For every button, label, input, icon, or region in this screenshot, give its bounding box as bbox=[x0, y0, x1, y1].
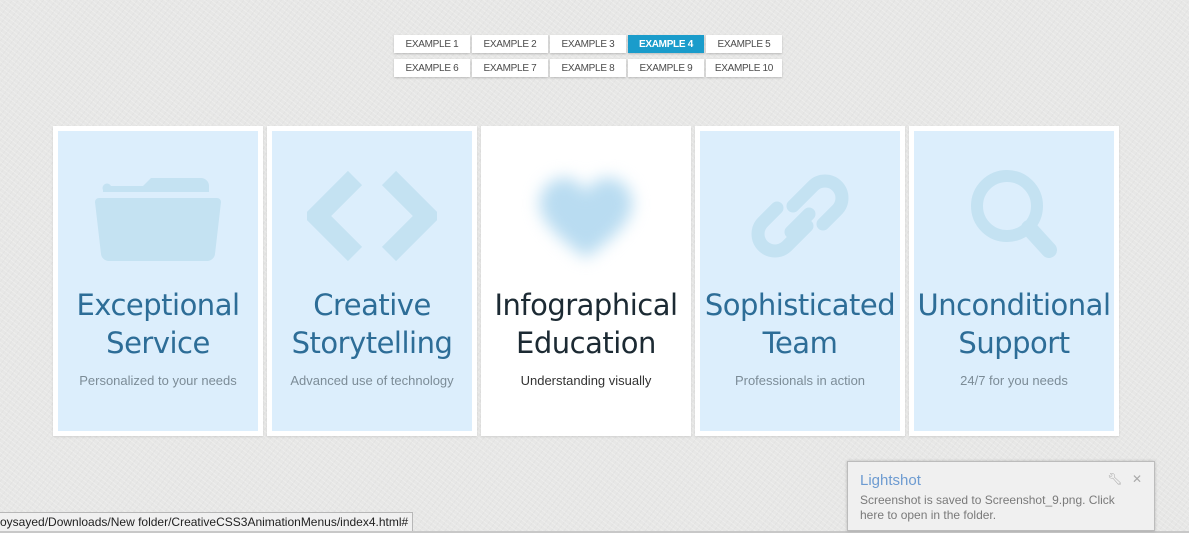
menu-card: Creative Storytelling Advanced use of tec… bbox=[272, 131, 472, 431]
menu-item-infographical-education[interactable]: Infographical Education Understanding vis… bbox=[481, 126, 691, 436]
link-icon bbox=[735, 166, 865, 266]
nav-example-7[interactable]: EXAMPLE 7 bbox=[472, 59, 548, 77]
toast-title: Lightshot bbox=[860, 472, 921, 489]
menu-card: Sophisticated Team Professionals in actio… bbox=[700, 131, 900, 431]
menu-item-subtitle: Professionals in action bbox=[734, 373, 866, 388]
folder-icon bbox=[93, 166, 223, 266]
search-icon bbox=[949, 166, 1079, 266]
menu-item-subtitle: Advanced use of technology bbox=[290, 373, 454, 388]
menu-item-subtitle: Understanding visually bbox=[520, 373, 652, 388]
menu-item-title: Infographical Education bbox=[494, 288, 678, 360]
example-nav: EXAMPLE 1 EXAMPLE 2 EXAMPLE 3 EXAMPLE 4 … bbox=[394, 35, 784, 83]
menu-item-subtitle: Personalized to your needs bbox=[79, 373, 237, 388]
menu-card: Infographical Education Understanding vis… bbox=[486, 131, 686, 431]
nav-example-3[interactable]: EXAMPLE 3 bbox=[550, 35, 626, 53]
menu-item-title: Exceptional Service bbox=[76, 288, 240, 360]
nav-row-1: EXAMPLE 1 EXAMPLE 2 EXAMPLE 3 EXAMPLE 4 … bbox=[394, 35, 784, 53]
lightshot-notification[interactable]: 🔧︎ ✕ Lightshot Screenshot is saved to Sc… bbox=[847, 461, 1155, 531]
toast-controls: 🔧︎ ✕ bbox=[1101, 472, 1142, 486]
nav-example-4[interactable]: EXAMPLE 4 bbox=[628, 35, 704, 53]
menu-item-unconditional-support[interactable]: Unconditional Support 24/7 for you needs bbox=[909, 126, 1119, 436]
nav-example-6[interactable]: EXAMPLE 6 bbox=[394, 59, 470, 77]
menu-item-sophisticated-team[interactable]: Sophisticated Team Professionals in actio… bbox=[695, 126, 905, 436]
heart-icon bbox=[521, 166, 651, 266]
wrench-icon[interactable]: 🔧︎ bbox=[1107, 472, 1122, 486]
browser-status-bar: oysayed/Downloads/New folder/CreativeCSS… bbox=[0, 512, 414, 533]
nav-example-9[interactable]: EXAMPLE 9 bbox=[628, 59, 704, 77]
code-icon bbox=[302, 166, 442, 266]
nav-example-2[interactable]: EXAMPLE 2 bbox=[472, 35, 548, 53]
menu-item-subtitle: 24/7 for you needs bbox=[960, 373, 1068, 388]
nav-example-5[interactable]: EXAMPLE 5 bbox=[706, 35, 782, 53]
close-icon[interactable]: ✕ bbox=[1132, 472, 1142, 486]
toast-message: Screenshot is saved to Screenshot_9.png.… bbox=[860, 493, 1115, 522]
menu-item-title: Sophisticated Team bbox=[704, 288, 896, 360]
menu-item-title: Creative Storytelling bbox=[291, 288, 453, 360]
menu-item-creative-storytelling[interactable]: Creative Storytelling Advanced use of tec… bbox=[267, 126, 477, 436]
nav-row-2: EXAMPLE 6 EXAMPLE 7 EXAMPLE 8 EXAMPLE 9 … bbox=[394, 59, 784, 77]
menu-item-title: Unconditional Support bbox=[917, 288, 1111, 360]
menu-card: Unconditional Support 24/7 for you needs bbox=[914, 131, 1114, 431]
nav-example-10[interactable]: EXAMPLE 10 bbox=[706, 59, 782, 77]
menu-card: Exceptional Service Personalized to your … bbox=[58, 131, 258, 431]
nav-example-8[interactable]: EXAMPLE 8 bbox=[550, 59, 626, 77]
nav-example-1[interactable]: EXAMPLE 1 bbox=[394, 35, 470, 53]
menu-item-exceptional-service[interactable]: Exceptional Service Personalized to your … bbox=[53, 126, 263, 436]
animated-menu: Exceptional Service Personalized to your … bbox=[53, 126, 1119, 436]
